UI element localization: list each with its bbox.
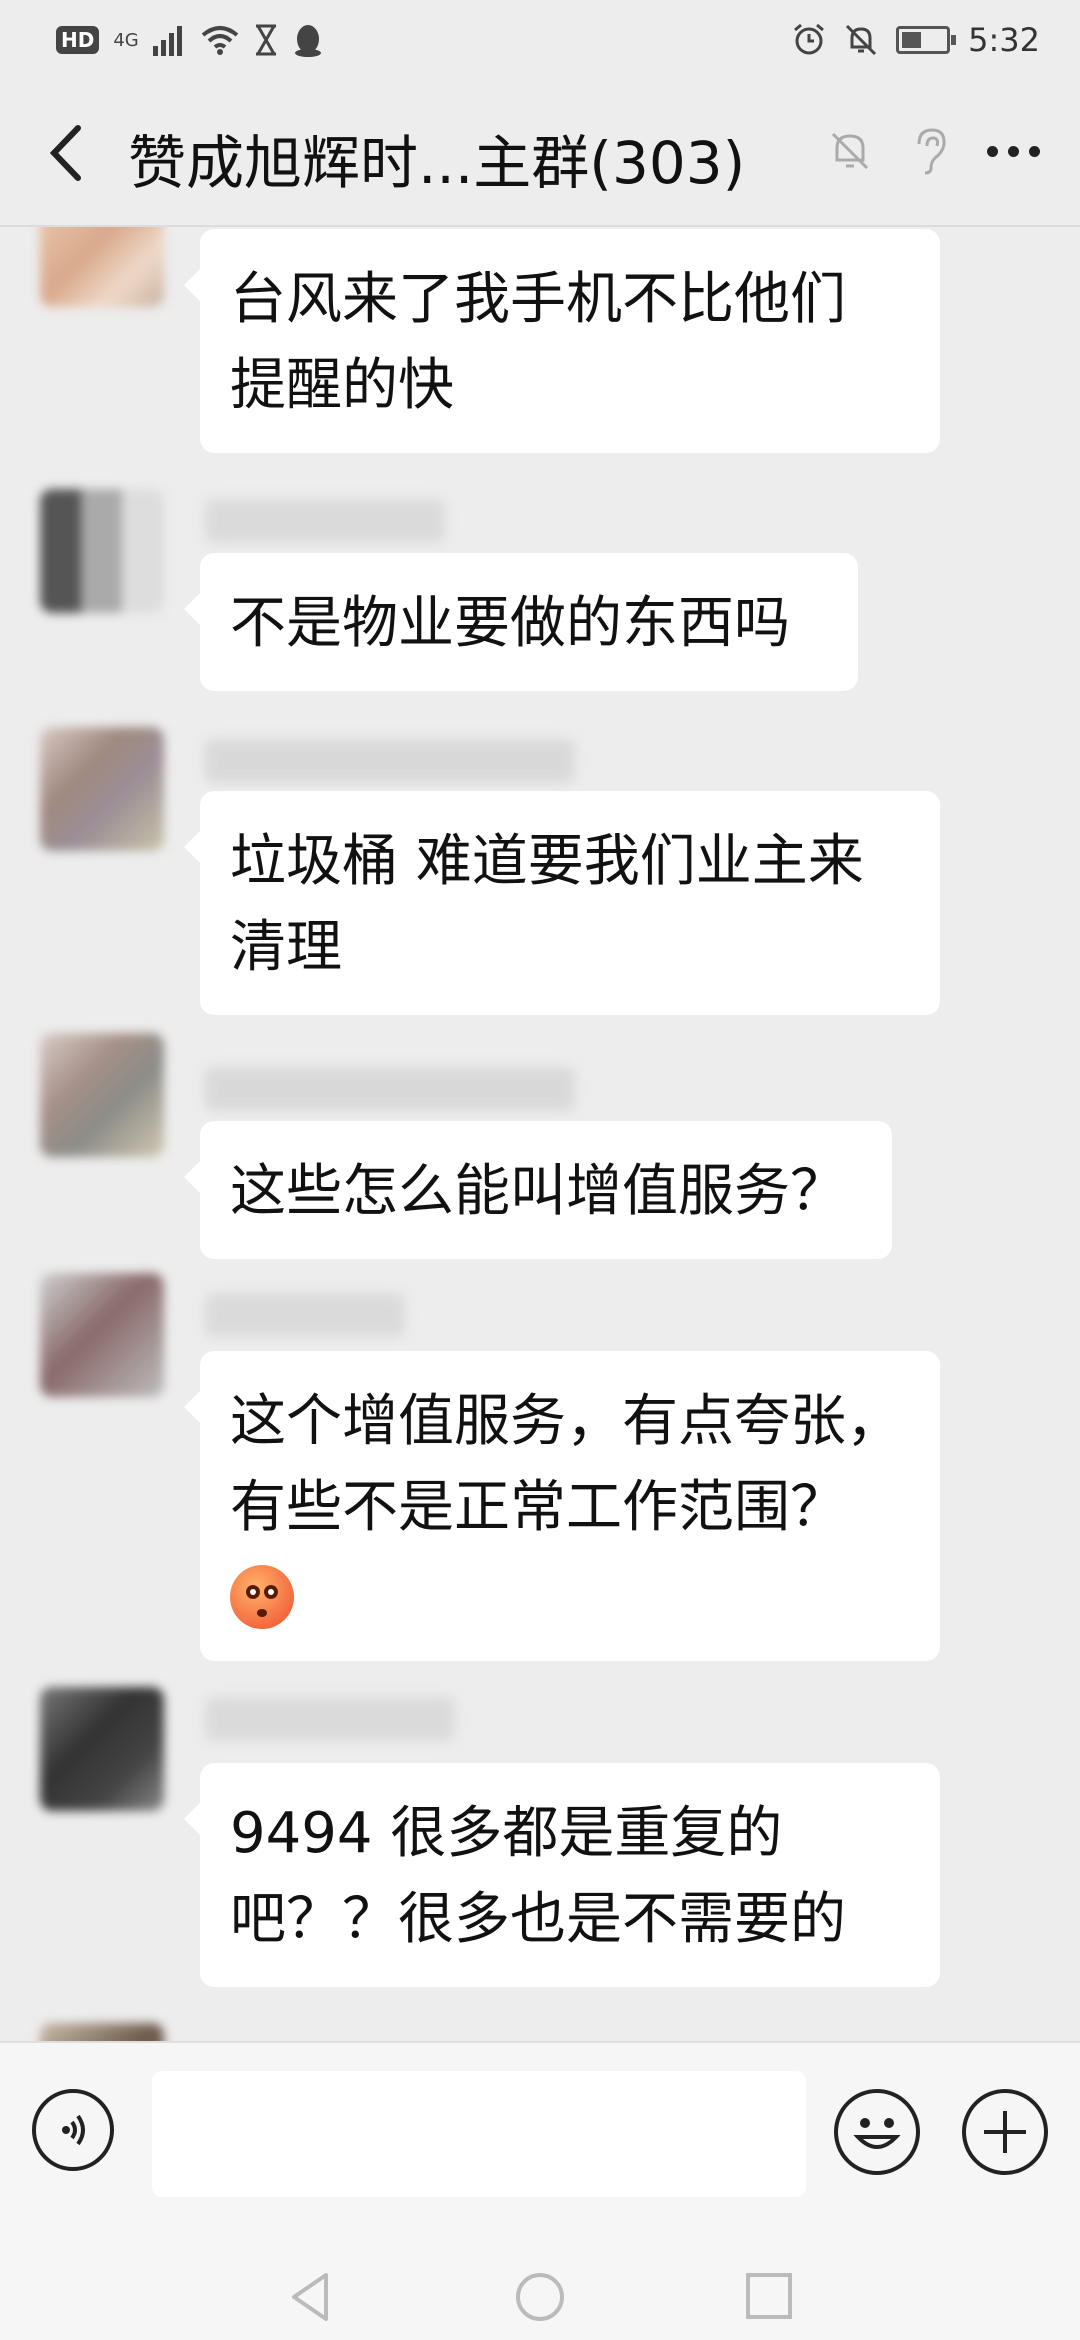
avatar[interactable]: [40, 489, 164, 613]
message-bubble[interactable]: 垃圾桶 难道要我们业主来 清理: [184, 791, 940, 1015]
message-input[interactable]: [152, 2071, 806, 2197]
wifi-icon: [201, 26, 239, 55]
hd-badge: HD: [56, 26, 100, 54]
message-text-line: 吧？？很多也是不需要的: [230, 1887, 846, 1952]
avatar[interactable]: [40, 1687, 164, 1811]
avatar[interactable]: [40, 727, 164, 851]
message-bubble[interactable]: 这些怎么能叫增值服务？: [184, 1121, 892, 1259]
ear-icon[interactable]: [911, 126, 949, 176]
input-bar: [0, 2041, 1080, 2263]
sender-nickname-blurred: [205, 1067, 575, 1111]
nav-back-icon[interactable]: [286, 2269, 336, 2325]
message-text-line: 9494 很多都是重复的: [230, 1801, 783, 1866]
message-text-line: 清理: [230, 915, 342, 980]
message-text-line: 这个增值服务，有点夸张，: [230, 1389, 902, 1454]
plus-icon[interactable]: [962, 2089, 1048, 2175]
message-bubble[interactable]: 不是物业要做的东西吗: [184, 553, 858, 691]
message-text-line: 不是物业要做的东西吗: [230, 591, 790, 656]
avatar[interactable]: [40, 2023, 164, 2041]
emoji-icon[interactable]: [834, 2089, 920, 2175]
message-bubble[interactable]: 台风来了我手机不比他们 提醒的快: [184, 229, 940, 453]
sender-nickname-blurred: [205, 499, 445, 543]
network-type: 4G: [113, 29, 139, 51]
chat-header: 赞成旭辉时...主群(303): [0, 80, 1080, 227]
message-text-line: 提醒的快: [230, 353, 454, 418]
message-list[interactable]: 台风来了我手机不比他们 提醒的快 不是物业要做的东西吗 垃圾桶 难道要我们业主来…: [0, 227, 1080, 2041]
back-icon[interactable]: [36, 118, 96, 188]
nav-home-icon[interactable]: [514, 2271, 566, 2323]
voice-icon[interactable]: [32, 2089, 114, 2171]
nav-recents-icon[interactable]: [744, 2271, 794, 2321]
flushed-face-emoji: [230, 1564, 294, 1629]
avatar[interactable]: [40, 1033, 164, 1157]
message-text-line: 有些不是正常工作范围？: [230, 1475, 846, 1540]
message-bubble[interactable]: 这个增值服务，有点夸张， 有些不是正常工作范围？: [184, 1351, 940, 1661]
avatar[interactable]: [40, 1273, 164, 1397]
penguin-icon: [294, 25, 321, 57]
system-nav-bar: [0, 2261, 1080, 2340]
sender-nickname-blurred: [205, 1293, 405, 1337]
more-icon[interactable]: [987, 145, 1040, 157]
sender-nickname-blurred: [205, 1697, 455, 1741]
signal-icon: [152, 26, 182, 56]
chat-title: 赞成旭辉时...主群(303): [128, 129, 746, 197]
message-text-line: 垃圾桶 难道要我们业主来: [230, 829, 864, 894]
battery-icon: [896, 26, 957, 54]
mute-bell-icon[interactable]: [827, 128, 873, 174]
message-text-line: 这些怎么能叫增值服务？: [230, 1159, 846, 1224]
message-bubble[interactable]: 9494 很多都是重复的 吧？？很多也是不需要的: [184, 1763, 940, 1987]
status-time: 5:32: [968, 21, 1040, 59]
sender-nickname-blurred: [205, 739, 575, 783]
avatar[interactable]: [40, 227, 164, 307]
alarm-icon: [794, 23, 825, 55]
message-text-line: 台风来了我手机不比他们: [230, 267, 846, 332]
hourglass-icon: [255, 24, 276, 56]
status-bar: HD 4G 5:32: [0, 0, 1080, 80]
mute-icon: [846, 24, 877, 56]
